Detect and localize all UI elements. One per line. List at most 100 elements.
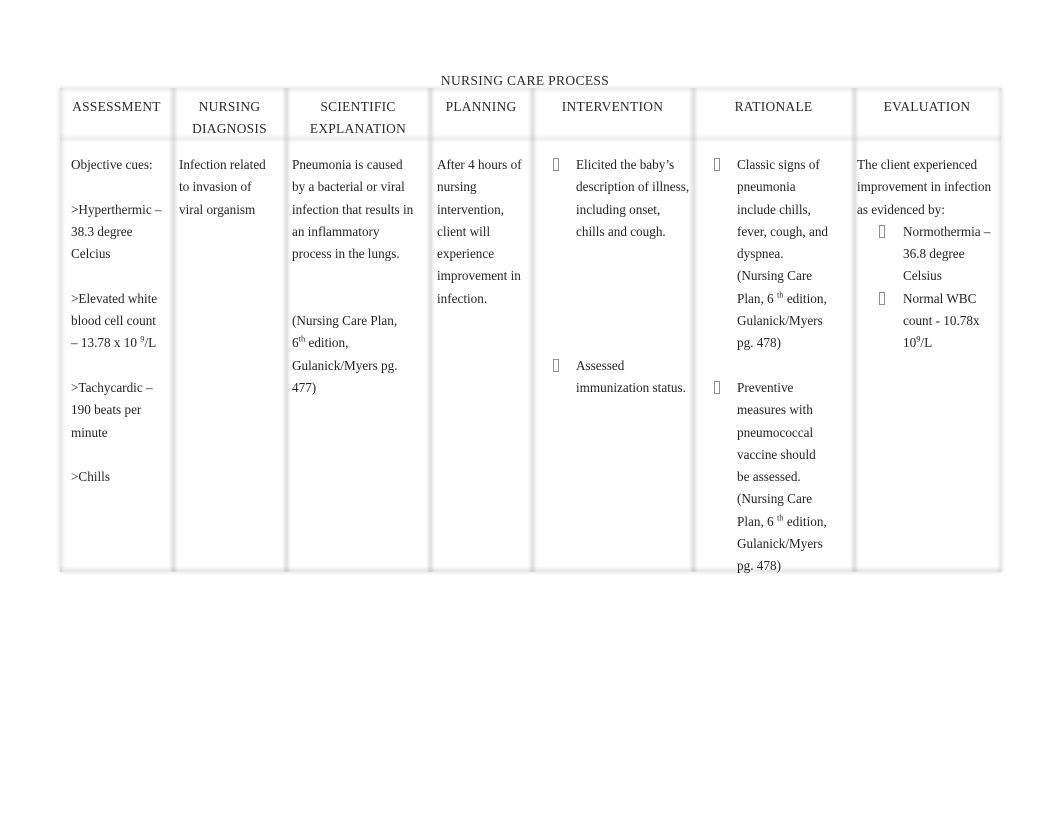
- planning-line-7: infection.: [437, 290, 488, 306]
- planning-line-5: experience: [437, 246, 495, 262]
- rationale-1-line-5: dyspnea.: [737, 246, 784, 262]
- rationale-2-source-line-2: Plan, 6 th edition,: [737, 512, 827, 529]
- rationale-1-line-2: pneumonia: [737, 179, 796, 195]
- evaluation-wbc-value: 10: [903, 335, 917, 351]
- evaluation-1-line-2: 36.8 degree: [903, 246, 965, 262]
- header-rationale-label: RATIONALE: [734, 99, 813, 114]
- rationale-1-line-1: Classic signs of: [737, 157, 820, 172]
- rationale-2-line-1: Preventive: [737, 379, 794, 395]
- header-evaluation-label: EVALUATION: [883, 99, 971, 114]
- cell-planning: After 4 hours of nursing intervention, c…: [437, 154, 532, 310]
- planning-line-3: intervention,: [437, 201, 505, 217]
- evaluation-intro-line-1: The client experienced: [857, 157, 978, 172]
- rationale-1-edition-ordinal: th: [776, 289, 784, 300]
- intervention-list: Elicited the baby’s description of illne…: [540, 154, 695, 399]
- rationale-2-line-5: be assessed.: [737, 469, 801, 485]
- assessment-wbc-value: – 13.78 x 10: [71, 335, 141, 351]
- rationale-2-line-3: pneumococcal: [737, 424, 814, 440]
- rationale-2-source-line-3: Gulanick/Myers: [737, 536, 823, 552]
- cell-intervention: Elicited the baby’s description of illne…: [540, 154, 695, 399]
- bullet-box-icon: [879, 224, 885, 238]
- scientific-explanation-line-5: process in the lungs.: [292, 246, 400, 262]
- rationale-1-source-line-3: Gulanick/Myers: [737, 313, 823, 329]
- scientific-explanation-line-1: Pneumonia is caused: [292, 157, 403, 172]
- nursing-diagnosis-line-1: Infection related: [179, 157, 266, 172]
- rationale-1-source-line-4: pg. 478): [737, 335, 781, 351]
- header-assessment-label: ASSESSMENT: [72, 99, 161, 114]
- nursing-diagnosis-line-3: viral organism: [179, 201, 256, 217]
- intervention-1-line-2: description of illness,: [576, 179, 690, 195]
- assessment-cue-2-line-3: – 13.78 x 10 9/L: [71, 332, 171, 354]
- assessment-cue-3-line-2: 190 beats per: [71, 402, 142, 418]
- header-scientific-explanation: SCIENTIFIC EXPLANATION: [286, 96, 430, 142]
- rationale-1-source-line-1: (Nursing Care: [737, 268, 813, 284]
- scientific-explanation-line-4: an inflammatory: [292, 223, 380, 239]
- intervention-2-line-2: immunization status.: [576, 379, 686, 395]
- assessment-intro: Objective cues:: [71, 157, 153, 172]
- rationale-2-edition-ordinal: th: [776, 512, 784, 523]
- intervention-2-line-1: Assessed: [576, 357, 625, 373]
- evaluation-2-line-3: 109/L: [903, 335, 933, 351]
- column-divider-3: [426, 88, 435, 572]
- cell-rationale: Classic signs of pneumonia include chill…: [701, 154, 853, 578]
- rationale-1-edition-word: edition,: [783, 290, 827, 306]
- list-item: Elicited the baby’s description of illne…: [540, 154, 695, 243]
- rationale-2-source-line-1: (Nursing Care: [737, 491, 813, 507]
- header-planning: PLANNING: [430, 96, 532, 142]
- header-evaluation: EVALUATION: [854, 96, 1000, 142]
- header-assessment: ASSESSMENT: [60, 96, 173, 142]
- rationale-2-edition-word: edition,: [783, 513, 827, 529]
- header-nursing-diagnosis-label: NURSING DIAGNOSIS: [192, 99, 267, 137]
- scientific-explanation-line-3: infection that results in: [292, 201, 414, 217]
- bullet-box-icon: [553, 158, 559, 171]
- rationale-1-edition-number: Plan, 6: [737, 290, 777, 306]
- cell-scientific-explanation: Pneumonia is caused by a bacterial or vi…: [292, 154, 427, 399]
- scientific-explanation-source-line-3: Gulanick/Myers pg.: [292, 357, 398, 373]
- nursing-diagnosis-line-2: to invasion of: [179, 179, 252, 195]
- document-page: NURSING CARE PROCESS ASSESSMENT NURSING …: [0, 0, 1062, 830]
- intervention-1-line-3: including onset,: [576, 201, 661, 217]
- rationale-2-line-2: measures with: [737, 402, 813, 418]
- evaluation-list: Normothermia – 36.8 degree Celsius Norma…: [857, 221, 1002, 355]
- bullet-box-icon: [553, 358, 559, 372]
- assessment-cue-1-line-1: >Hyperthermic –: [71, 201, 162, 217]
- scientific-explanation-source-line-4: 477): [292, 379, 317, 395]
- bullet-box-icon: [714, 380, 720, 394]
- evaluation-1-line-1: Normothermia –: [903, 223, 991, 239]
- scientific-explanation-source-line-1: (Nursing Care Plan,: [292, 313, 398, 329]
- rationale-2-line-4: vaccine should: [737, 446, 816, 462]
- evaluation-2-line-1: Normal WBC: [903, 290, 977, 306]
- header-intervention-label: INTERVENTION: [561, 99, 664, 114]
- bullet-box-icon: [879, 291, 885, 305]
- bullet-box-icon: [714, 158, 720, 171]
- intervention-1-line-1: Elicited the baby’s: [576, 157, 675, 172]
- planning-line-1: After 4 hours of: [437, 157, 522, 172]
- rationale-2-edition-number: Plan, 6: [737, 513, 777, 529]
- evaluation-intro-line-3: as evidenced by:: [857, 201, 945, 217]
- rationale-list: Classic signs of pneumonia include chill…: [701, 154, 853, 578]
- scientific-explanation-edition-word: edition,: [305, 335, 349, 351]
- evaluation-intro-line-2: improvement in infection: [857, 179, 992, 195]
- list-item: Normal WBC count - 10.78x 109/L: [857, 288, 1002, 355]
- header-rationale: RATIONALE: [693, 96, 854, 142]
- list-item: Assessed immunization status.: [540, 355, 695, 400]
- nursing-care-process-table: ASSESSMENT NURSING DIAGNOSIS SCIENTIFIC …: [56, 84, 1005, 575]
- assessment-cue-3-line-3: minute: [71, 424, 108, 440]
- column-divider-2: [282, 88, 291, 572]
- evaluation-1-line-3: Celsius: [903, 268, 942, 284]
- header-nursing-diagnosis: NURSING DIAGNOSIS: [173, 96, 286, 142]
- assessment-cue-1-line-2: 38.3 degree: [71, 223, 133, 239]
- intervention-1-line-4: chills and cough.: [576, 223, 666, 239]
- header-scientific-explanation-label: SCIENTIFIC EXPLANATION: [309, 99, 407, 137]
- planning-line-6: improvement in: [437, 268, 521, 284]
- header-planning-label: PLANNING: [445, 99, 517, 114]
- evaluation-wbc-unit: /L: [920, 335, 933, 351]
- scientific-explanation-source-line-2: 6th edition,: [292, 332, 427, 354]
- evaluation-2-line-2: count - 10.78x: [903, 313, 980, 329]
- list-item: Classic signs of pneumonia include chill…: [701, 154, 853, 355]
- assessment-cue-4: >Chills: [71, 469, 110, 485]
- document-title: NURSING CARE PROCESS: [440, 73, 610, 88]
- scientific-explanation-line-2: by a bacterial or viral: [292, 179, 405, 195]
- list-item: Preventive measures with pneumococcal va…: [701, 377, 853, 578]
- rationale-1-line-4: fever, cough, and: [737, 223, 829, 239]
